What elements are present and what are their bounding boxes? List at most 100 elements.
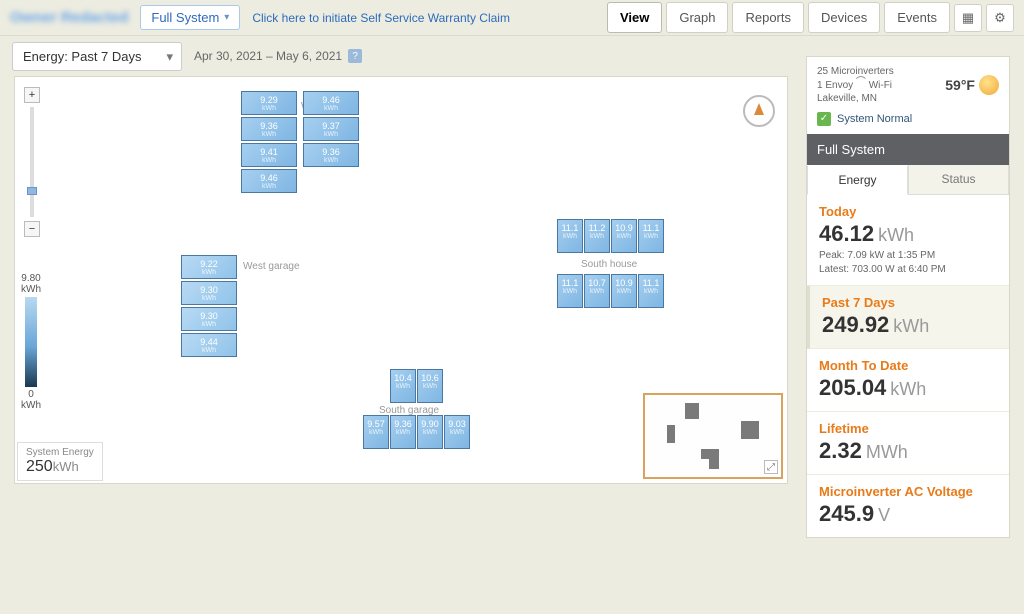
system-energy-unit: kWh bbox=[53, 459, 79, 474]
date-range-text: Apr 30, 2021 – May 6, 2021 bbox=[194, 49, 342, 63]
solar-module[interactable]: 11.1kWh bbox=[557, 274, 583, 308]
nav-tabs: View Graph Reports Devices Events ▦ ⚙ bbox=[607, 2, 1014, 33]
system-energy-value: 250 bbox=[26, 458, 53, 475]
help-icon[interactable]: ? bbox=[348, 49, 362, 63]
weather: 59°F bbox=[945, 65, 999, 106]
tab-view[interactable]: View bbox=[607, 2, 662, 33]
solar-module[interactable]: 9.36kWh bbox=[303, 143, 359, 167]
metric-ac-voltage: Microinverter AC Voltage 245.9V bbox=[807, 475, 1009, 537]
array-south-garage: South garage 10.4kWh10.6kWh9.57kWh9.36kW… bbox=[363, 369, 473, 449]
minimap-block bbox=[709, 459, 719, 469]
tab-events[interactable]: Events bbox=[884, 2, 950, 33]
solar-module[interactable]: 11.1kWh bbox=[557, 219, 583, 253]
minimap-expand-icon[interactable]: ⤢ bbox=[764, 460, 778, 474]
full-system-header: Full System bbox=[807, 134, 1009, 165]
metric-today: Today 46.12kWh Peak: 7.09 kW at 1:35 PM … bbox=[807, 195, 1009, 286]
solar-module[interactable]: 11.1kWh bbox=[638, 274, 664, 308]
minimap[interactable]: ⤢ bbox=[643, 393, 783, 479]
zoom-in-button[interactable]: + bbox=[24, 87, 40, 103]
minimap-block bbox=[667, 425, 675, 443]
solar-module[interactable]: 9.36kWh bbox=[390, 415, 416, 449]
gradient-unit-top: kWh bbox=[21, 284, 41, 295]
gradient-legend: 9.80 kWh 0 kWh bbox=[21, 273, 41, 411]
status-row: ✓ System Normal bbox=[807, 112, 1009, 134]
metric-title: Lifetime bbox=[819, 421, 997, 436]
wifi-label: Wi-Fi bbox=[869, 80, 892, 91]
warranty-link[interactable]: Click here to initiate Self Service Warr… bbox=[252, 11, 510, 25]
metric-unit: kWh bbox=[890, 379, 926, 399]
metric-title: Today bbox=[819, 204, 997, 219]
minimap-block bbox=[701, 449, 719, 459]
metric-peak: Peak: 7.09 kW at 1:35 PM bbox=[819, 250, 997, 261]
solar-module[interactable]: 10.7kWh bbox=[584, 274, 610, 308]
solar-module[interactable]: 9.37kWh bbox=[303, 117, 359, 141]
solar-module[interactable]: 10.6kWh bbox=[417, 369, 443, 403]
array-west-house: West house 9.29kWh9.46kWh9.36kWh9.37kWh9… bbox=[241, 91, 371, 197]
wifi-icon bbox=[856, 79, 866, 87]
sun-icon bbox=[979, 75, 999, 95]
solar-module[interactable]: 9.29kWh bbox=[241, 91, 297, 115]
system-summary: 25 Microinverters 1 Envoy Wi-Fi Lakevill… bbox=[807, 57, 1009, 112]
solar-module[interactable]: 9.90kWh bbox=[417, 415, 443, 449]
metric-value: 205.04 bbox=[819, 375, 886, 400]
metric-title: Past 7 Days bbox=[822, 295, 997, 310]
tab-devices[interactable]: Devices bbox=[808, 2, 880, 33]
minimap-block bbox=[685, 403, 699, 419]
metric-mtd: Month To Date 205.04kWh bbox=[807, 349, 1009, 412]
solar-module[interactable]: 11.1kWh bbox=[638, 219, 664, 253]
energy-range-selector[interactable]: Energy: Past 7 Days bbox=[12, 42, 182, 71]
metric-latest: Latest: 703.00 W at 6:40 PM bbox=[819, 264, 997, 275]
gradient-min: 0 bbox=[28, 389, 34, 400]
metric-value: 249.92 bbox=[822, 312, 889, 337]
metric-title: Month To Date bbox=[819, 358, 997, 373]
gradient-unit-bot: kWh bbox=[21, 400, 41, 411]
temperature: 59°F bbox=[945, 77, 975, 93]
solar-module[interactable]: 9.46kWh bbox=[303, 91, 359, 115]
compass-icon[interactable] bbox=[743, 95, 775, 127]
zoom-slider-track[interactable] bbox=[30, 107, 34, 217]
array-label-west-garage: West garage bbox=[243, 261, 300, 272]
tab-reports[interactable]: Reports bbox=[732, 2, 804, 33]
system-energy-badge: System Energy 250kWh bbox=[17, 442, 103, 481]
metric-unit: MWh bbox=[866, 442, 908, 462]
envoy-count: 1 Envoy bbox=[817, 80, 853, 91]
array-map: + − 9.80 kWh 0 kWh West house 9.29kWh9.4… bbox=[14, 76, 788, 484]
zoom-out-button[interactable]: − bbox=[24, 221, 40, 237]
selector-label: Energy: Past 7 Days bbox=[23, 49, 142, 64]
check-icon: ✓ bbox=[817, 112, 831, 126]
array-label-south-house: South house bbox=[581, 259, 637, 270]
metric-lifetime: Lifetime 2.32MWh bbox=[807, 412, 1009, 475]
zoom-slider-thumb[interactable] bbox=[27, 187, 37, 195]
solar-module[interactable]: 9.03kWh bbox=[444, 415, 470, 449]
metric-past7: Past 7 Days 249.92kWh bbox=[807, 286, 1009, 349]
metric-unit: V bbox=[878, 505, 890, 525]
solar-module[interactable]: 9.41kWh bbox=[241, 143, 297, 167]
subtab-status[interactable]: Status bbox=[908, 165, 1009, 194]
solar-module[interactable]: 9.22kWh bbox=[181, 255, 237, 279]
solar-module[interactable]: 9.46kWh bbox=[241, 169, 297, 193]
subtabs: Energy Status bbox=[807, 165, 1009, 195]
tab-graph[interactable]: Graph bbox=[666, 2, 728, 33]
solar-module[interactable]: 10.9kWh bbox=[611, 219, 637, 253]
status-label: System Normal bbox=[837, 113, 912, 125]
full-system-dropdown[interactable]: Full System ▾ bbox=[140, 5, 240, 30]
solar-module[interactable]: 10.9kWh bbox=[611, 274, 637, 308]
system-energy-label: System Energy bbox=[26, 447, 94, 458]
array-south-house: South house 11.1kWh11.2kWh10.9kWh11.1kWh… bbox=[557, 219, 667, 311]
solar-module[interactable]: 9.30kWh bbox=[181, 281, 237, 305]
metric-value: 245.9 bbox=[819, 501, 874, 526]
solar-module[interactable]: 9.44kWh bbox=[181, 333, 237, 357]
gear-icon[interactable]: ⚙ bbox=[986, 4, 1014, 32]
system-info: 25 Microinverters 1 Envoy Wi-Fi Lakevill… bbox=[817, 65, 894, 106]
solar-module[interactable]: 11.2kWh bbox=[584, 219, 610, 253]
metric-value: 2.32 bbox=[819, 438, 862, 463]
sidebar: 25 Microinverters 1 Envoy Wi-Fi Lakevill… bbox=[806, 56, 1010, 538]
solar-module[interactable]: 9.30kWh bbox=[181, 307, 237, 331]
subtab-energy[interactable]: Energy bbox=[807, 166, 908, 195]
metric-title: Microinverter AC Voltage bbox=[819, 484, 997, 499]
solar-module[interactable]: 10.4kWh bbox=[390, 369, 416, 403]
array-west-garage: West garage 9.22kWh9.30kWh9.30kWh9.44kWh bbox=[181, 255, 241, 365]
solar-module[interactable]: 9.57kWh bbox=[363, 415, 389, 449]
solar-module[interactable]: 9.36kWh bbox=[241, 117, 297, 141]
layers-icon[interactable]: ▦ bbox=[954, 4, 982, 32]
